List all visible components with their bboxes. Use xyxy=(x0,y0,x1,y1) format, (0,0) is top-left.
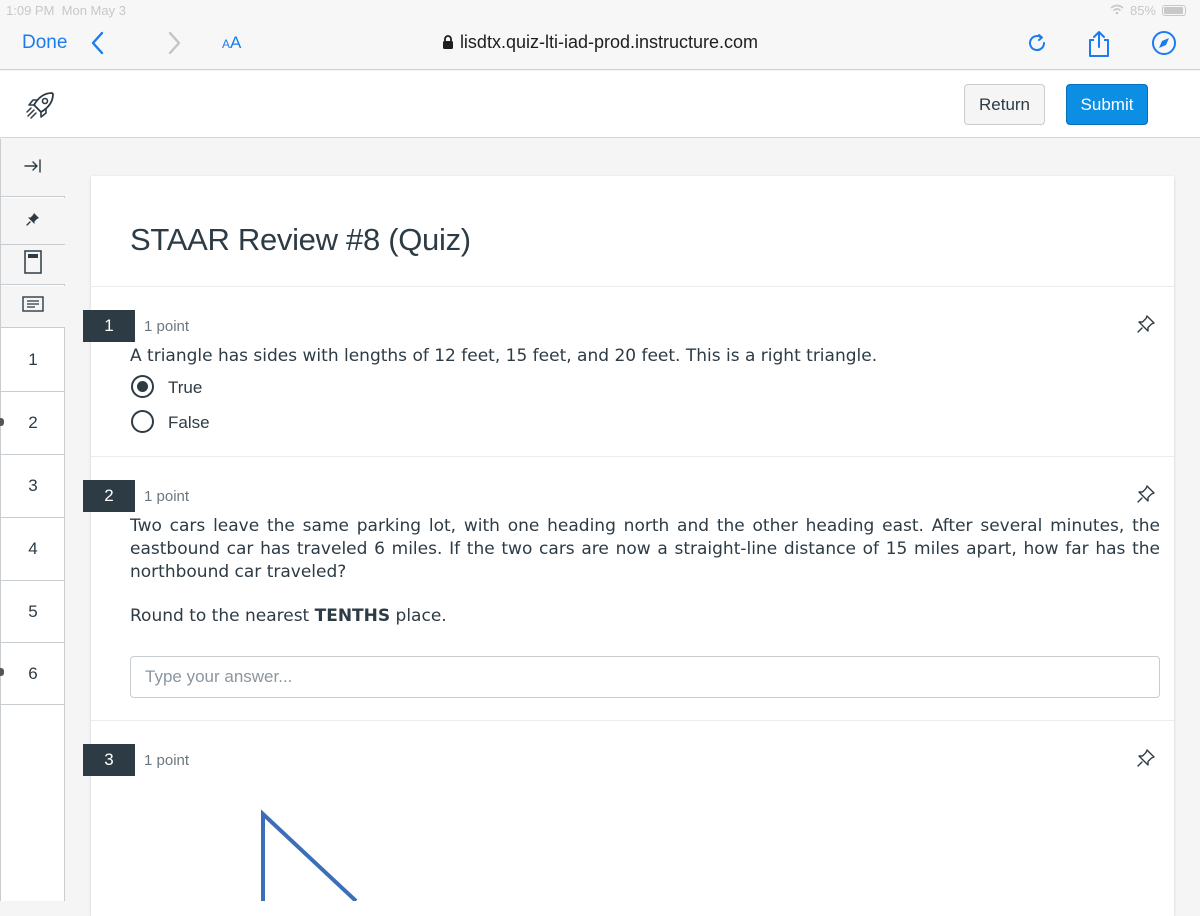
pin-icon[interactable] xyxy=(1135,483,1157,505)
divider xyxy=(91,456,1174,457)
url-text: lisdtx.quiz-lti-iad-prod.instructure.com xyxy=(459,32,759,52)
sidebar-question-4[interactable]: 4 xyxy=(1,518,65,581)
sidebar-question-2[interactable]: 2 xyxy=(1,392,65,455)
question-number-badge: 3 xyxy=(83,744,135,776)
sidebar-question-3[interactable]: 3 xyxy=(1,455,65,518)
question-points: 1 point xyxy=(144,752,190,769)
collapse-sidebar-button[interactable] xyxy=(1,139,65,197)
question-navigator: 1 2 3 4 5 6 xyxy=(0,139,65,901)
quiz-header: Return Submit xyxy=(0,71,1200,138)
submit-button[interactable]: Submit xyxy=(1066,84,1148,125)
reload-icon[interactable] xyxy=(1024,30,1050,56)
pinned-questions-button[interactable] xyxy=(1,198,65,245)
status-date: Mon May 3 xyxy=(61,3,126,18)
share-icon[interactable] xyxy=(1086,30,1112,57)
pin-filled-icon xyxy=(25,211,41,232)
triangle-figure xyxy=(258,808,378,903)
sidebar-question-6[interactable]: 6 xyxy=(1,643,65,705)
address-bar[interactable]: lisdtx.quiz-lti-iad-prod.instructure.com xyxy=(0,32,1200,53)
question-number-badge: 2 xyxy=(83,480,135,512)
radio-false[interactable] xyxy=(131,410,154,433)
battery-icon xyxy=(1162,5,1186,16)
sidebar-question-1[interactable]: 1 xyxy=(1,329,65,392)
pin-icon[interactable] xyxy=(1135,313,1157,335)
instruction-prefix: Round to the nearest xyxy=(130,606,315,626)
page-title: STAAR Review #8 (Quiz) xyxy=(130,222,471,257)
radio-true[interactable] xyxy=(131,375,154,398)
instruction-suffix: place. xyxy=(390,606,447,626)
collapse-arrow-icon xyxy=(24,158,42,178)
calculator-button[interactable] xyxy=(1,245,65,285)
status-right: 85% xyxy=(1110,3,1186,18)
answer-input[interactable] xyxy=(130,656,1160,698)
question-points: 1 point xyxy=(144,318,190,335)
option-label-true[interactable]: True xyxy=(168,378,202,398)
instruction-emphasis: TENTHS xyxy=(314,606,391,626)
status-bar: 1:09 PM Mon May 3 85% xyxy=(0,0,1200,20)
sidebar-question-5[interactable]: 5 xyxy=(1,581,65,643)
wifi-icon xyxy=(1110,3,1124,18)
question-text: A triangle has sides with lengths of 12 … xyxy=(130,346,878,366)
question-points: 1 point xyxy=(144,488,190,505)
divider xyxy=(91,286,1174,287)
status-time: 1:09 PM xyxy=(6,3,55,18)
browser-toolbar: Done AA lisdtx.quiz-lti-iad-prod.instruc… xyxy=(0,20,1200,70)
notes-icon xyxy=(22,296,44,317)
question-instruction: Round to the nearest TENTHS place. xyxy=(130,605,447,628)
rocket-icon xyxy=(24,88,58,122)
pin-icon[interactable] xyxy=(1135,747,1157,769)
calculator-icon xyxy=(24,250,42,279)
question-number-badge: 1 xyxy=(83,310,135,342)
answered-indicator xyxy=(0,418,4,426)
divider xyxy=(91,720,1174,721)
status-time-date: 1:09 PM Mon May 3 xyxy=(6,3,126,18)
notes-button[interactable] xyxy=(1,286,65,328)
option-label-false[interactable]: False xyxy=(168,413,210,433)
return-button[interactable]: Return xyxy=(964,84,1045,125)
compass-icon[interactable] xyxy=(1151,30,1177,56)
lock-icon xyxy=(442,33,454,49)
answered-indicator xyxy=(0,668,4,676)
battery-percent: 85% xyxy=(1129,3,1156,18)
question-text: Two cars leave the same parking lot, wit… xyxy=(130,516,1160,582)
